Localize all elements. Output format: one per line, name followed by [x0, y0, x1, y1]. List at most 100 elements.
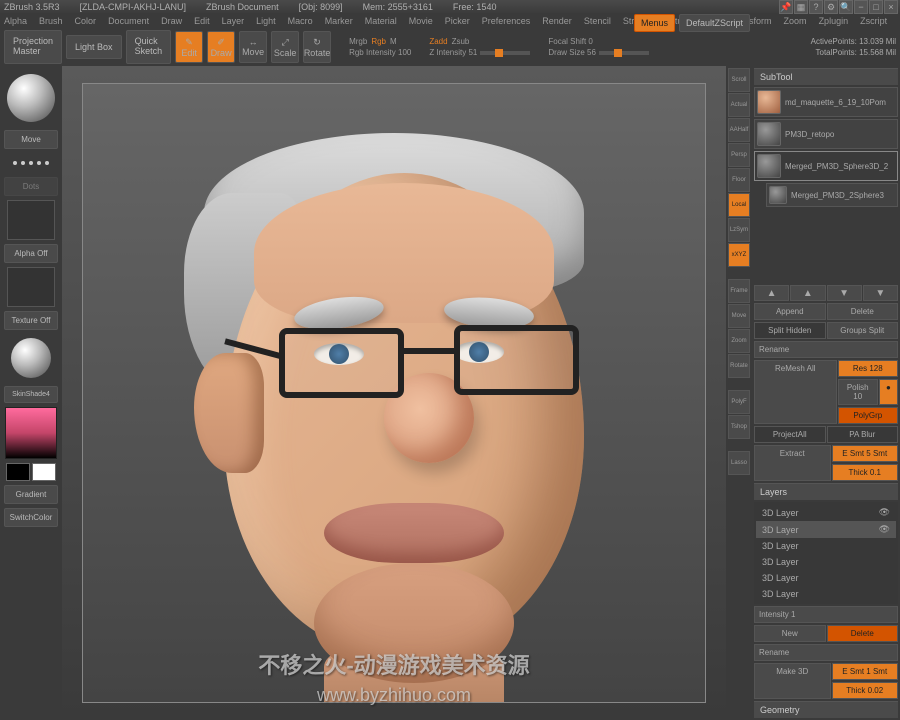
- layer-item[interactable]: 3D Layer👁: [756, 521, 896, 538]
- rename-layer-button[interactable]: Rename: [754, 644, 898, 661]
- pa-blur-slider[interactable]: PA Blur: [827, 426, 899, 443]
- alpha-off[interactable]: Alpha Off: [4, 244, 58, 263]
- eye-icon[interactable]: 👁: [879, 524, 890, 535]
- rotate-mode-button[interactable]: ↻Rotate: [303, 31, 331, 63]
- move-down-button[interactable]: ▼: [827, 285, 862, 301]
- stroke-dots[interactable]: [7, 153, 55, 173]
- menu-material[interactable]: Material: [365, 16, 397, 26]
- local-button[interactable]: Local: [728, 193, 750, 217]
- append-button[interactable]: Append: [754, 303, 826, 320]
- layer-intensity-slider[interactable]: Intensity 1: [754, 606, 898, 623]
- menu-edit[interactable]: Edit: [194, 16, 210, 26]
- rgb-intensity-slider[interactable]: Rgb Intensity 100: [349, 48, 411, 57]
- move-view-button[interactable]: Move: [728, 304, 750, 328]
- menu-draw[interactable]: Draw: [161, 16, 182, 26]
- menu-stencil[interactable]: Stencil: [584, 16, 611, 26]
- aahalf-button[interactable]: AAHalf: [728, 118, 750, 142]
- menu-light[interactable]: Light: [256, 16, 276, 26]
- split-hidden-button[interactable]: Split Hidden: [754, 322, 826, 339]
- scroll-button[interactable]: Scroll: [728, 68, 750, 92]
- menu-zoom[interactable]: Zoom: [784, 16, 807, 26]
- geometry-header[interactable]: Geometry: [754, 701, 898, 718]
- move-top-button[interactable]: ▲: [754, 285, 789, 301]
- subtool-item[interactable]: PM3D_retopo: [754, 119, 898, 149]
- mrgb-button[interactable]: Mrgb: [349, 37, 367, 46]
- move-mode-button[interactable]: ↔Move: [239, 31, 267, 63]
- layer-item[interactable]: 3D Layer: [756, 538, 896, 554]
- scale-mode-button[interactable]: ⤢Scale: [271, 31, 299, 63]
- brush-move[interactable]: Move: [4, 130, 58, 149]
- actual-button[interactable]: Actual: [728, 93, 750, 117]
- menu-brush[interactable]: Brush: [39, 16, 63, 26]
- gradient-swatch[interactable]: [6, 463, 56, 481]
- material-preview[interactable]: [11, 338, 51, 378]
- layer-item[interactable]: 3D Layer: [756, 554, 896, 570]
- lzsym-button[interactable]: LzSym: [728, 218, 750, 242]
- maximize-button[interactable]: □: [869, 0, 883, 14]
- focal-shift-slider[interactable]: Focal Shift 0: [548, 37, 649, 46]
- color-picker[interactable]: [5, 407, 57, 459]
- draw-size-slider[interactable]: [599, 51, 649, 55]
- tshop-button[interactable]: Tshop: [728, 415, 750, 439]
- layer-item[interactable]: 3D Layer👁: [756, 504, 896, 521]
- subtool-item[interactable]: Merged_PM3D_2Sphere3: [766, 183, 898, 207]
- layer-item[interactable]: 3D Layer: [756, 586, 896, 602]
- rotate-view-button[interactable]: Rotate: [728, 354, 750, 378]
- layer-thick-slider[interactable]: Thick 0.02: [832, 682, 899, 699]
- menu-picker[interactable]: Picker: [445, 16, 470, 26]
- menu-preferences[interactable]: Preferences: [482, 16, 531, 26]
- minimize-button[interactable]: −: [854, 0, 868, 14]
- xyz-button[interactable]: xXYZ: [728, 243, 750, 267]
- polish-slider[interactable]: Polish 10: [838, 379, 878, 405]
- z-intensity-slider[interactable]: [480, 51, 530, 55]
- brush-preview[interactable]: [7, 74, 55, 122]
- m-button[interactable]: M: [390, 37, 397, 46]
- thick-slider[interactable]: Thick 0.1: [832, 464, 899, 481]
- zoom-icon[interactable]: 🔍: [839, 0, 853, 14]
- menu-alpha[interactable]: Alpha: [4, 16, 27, 26]
- menu-zplugin[interactable]: Zplugin: [819, 16, 849, 26]
- projection-master-button[interactable]: Projection Master: [4, 30, 62, 64]
- menu-marker[interactable]: Marker: [325, 16, 353, 26]
- move-bottom-button[interactable]: ▼: [863, 285, 898, 301]
- tool-icon[interactable]: ▦: [794, 0, 808, 14]
- subtool-item[interactable]: Merged_PM3D_Sphere3D_2: [754, 151, 898, 181]
- menu-movie[interactable]: Movie: [409, 16, 433, 26]
- rgb-button[interactable]: Rgb: [371, 37, 386, 46]
- floor-button[interactable]: Floor: [728, 168, 750, 192]
- remesh-all-button[interactable]: ReMesh All: [754, 360, 837, 424]
- zoom-button[interactable]: Zoom: [728, 329, 750, 353]
- groups-split-button[interactable]: Groups Split: [827, 322, 899, 339]
- make-3d-button[interactable]: Make 3D: [754, 663, 831, 699]
- project-all-button[interactable]: ProjectAll: [754, 426, 826, 443]
- move-up-button[interactable]: ▲: [790, 285, 825, 301]
- viewport[interactable]: [82, 83, 706, 703]
- eye-icon[interactable]: 👁: [879, 507, 890, 518]
- settings-icon[interactable]: ⚙: [824, 0, 838, 14]
- polygrp-button[interactable]: PolyGrp: [838, 407, 898, 424]
- esmt-slider[interactable]: E Smt 5 Smt: [832, 445, 899, 462]
- menu-render[interactable]: Render: [542, 16, 572, 26]
- zscript-button[interactable]: DefaultZScript: [679, 14, 750, 32]
- quick-sketch-button[interactable]: Quick Sketch: [126, 30, 172, 64]
- polyf-button[interactable]: PolyF: [728, 390, 750, 414]
- pin-icon[interactable]: 📌: [779, 0, 793, 14]
- texture-preview[interactable]: [7, 267, 55, 307]
- gradient-button[interactable]: Gradient: [4, 485, 58, 504]
- res-slider[interactable]: Res 128: [838, 360, 898, 377]
- menu-zscript[interactable]: Zscript: [860, 16, 887, 26]
- zadd-button[interactable]: Zadd: [429, 37, 447, 46]
- layers-header[interactable]: Layers: [754, 483, 898, 500]
- close-button[interactable]: ×: [884, 0, 898, 14]
- new-layer-button[interactable]: New: [754, 625, 826, 642]
- edit-mode-button[interactable]: ✎Edit: [175, 31, 203, 63]
- delete-subtool-button[interactable]: Delete: [827, 303, 899, 320]
- switch-color-button[interactable]: SwitchColor: [4, 508, 58, 527]
- zsub-button[interactable]: Zsub: [452, 37, 470, 46]
- delete-layer-button[interactable]: Delete: [827, 625, 899, 642]
- stroke-label[interactable]: Dots: [4, 177, 58, 196]
- layer-esmt-slider[interactable]: E Smt 1 Smt: [832, 663, 899, 680]
- menu-document[interactable]: Document: [108, 16, 149, 26]
- menu-layer[interactable]: Layer: [222, 16, 245, 26]
- lasso-button[interactable]: Lasso: [728, 451, 750, 475]
